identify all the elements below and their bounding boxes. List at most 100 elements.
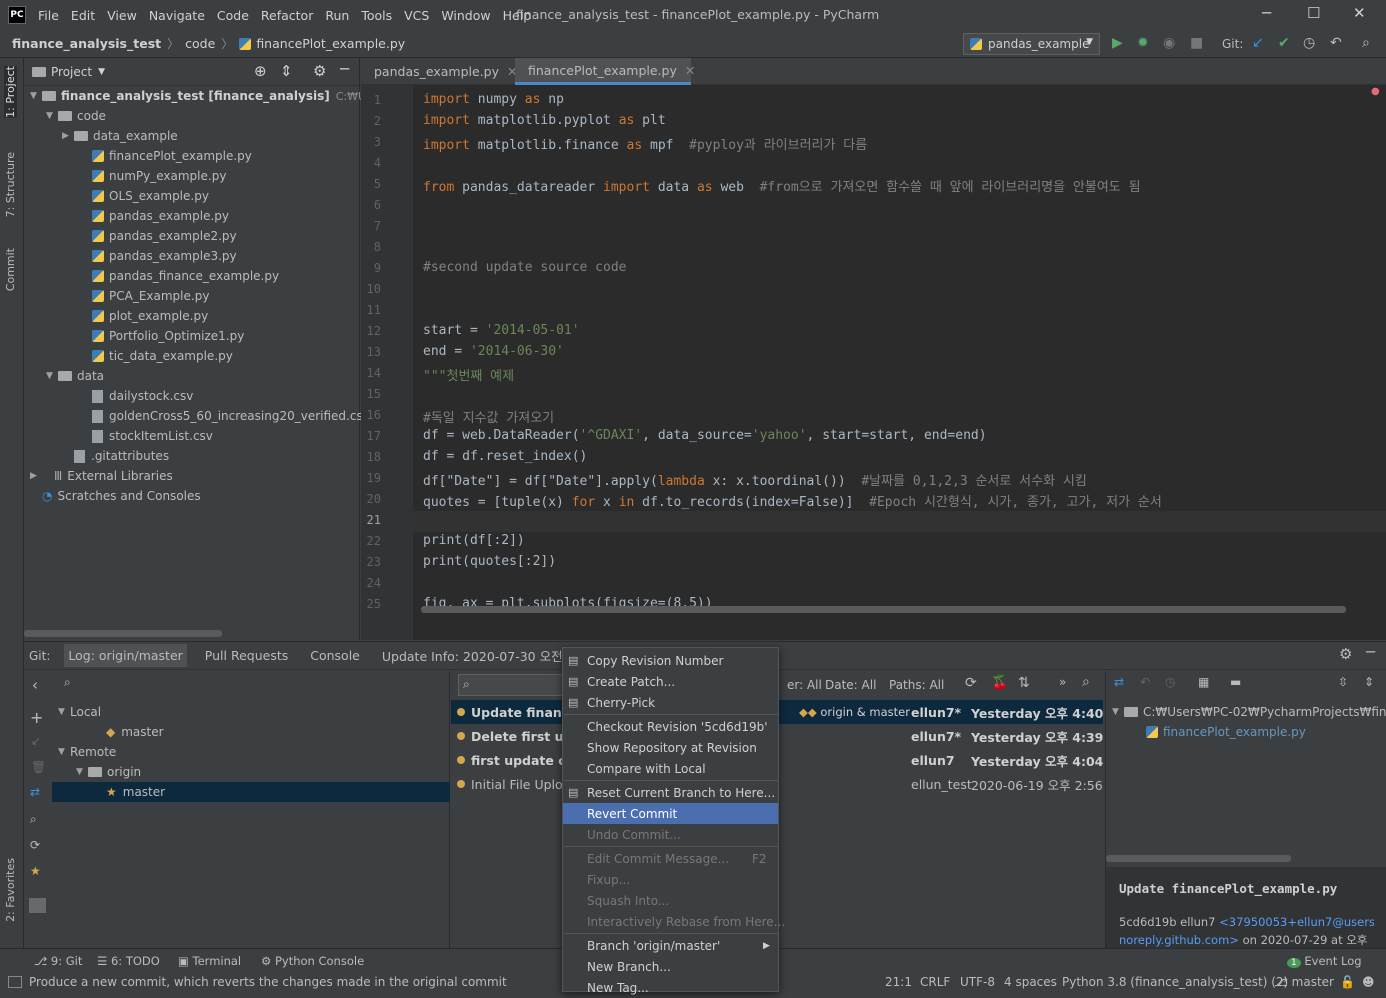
menu-item-new-tag[interactable]: New Tag... (587, 977, 649, 998)
tree-folder[interactable]: ▶ data_example (62, 126, 178, 146)
hide-panel-icon[interactable]: ─ (1366, 643, 1375, 661)
expand-arrow-icon[interactable]: ▼ (30, 91, 42, 101)
caret-position[interactable]: 21:1 (885, 975, 912, 989)
expand-arrow-icon[interactable]: ▼ (76, 767, 88, 777)
filter-paths[interactable]: Paths: All (889, 678, 944, 692)
commit-email-link-2[interactable]: noreply.github.com> (1119, 933, 1239, 947)
cherry-pick-icon[interactable]: 🍒 (991, 675, 1008, 691)
expand-all-icon[interactable]: ⇳ (1338, 675, 1348, 689)
git-rollback-icon[interactable]: ↶ (1330, 35, 1342, 51)
menu-item-new-branch[interactable]: New Branch... (587, 956, 671, 977)
code-line[interactable]: df = web.DataReader('^GDAXI', data_sourc… (423, 428, 987, 443)
menu-run[interactable]: Run (325, 8, 349, 23)
menu-vcs[interactable]: VCS (404, 8, 429, 23)
gear-icon[interactable]: ⚙ (1339, 645, 1352, 663)
close-window-button[interactable]: ✕ (1353, 4, 1366, 22)
tree-file[interactable]: pandas_example2.py (80, 226, 237, 246)
tree-folder[interactable]: ▼ code (46, 106, 106, 126)
branch-search-icon[interactable]: ⌕ (64, 675, 71, 690)
code-line[interactable]: #second update source code (423, 260, 627, 275)
tool-tab-git[interactable]: ⎇ 9: Git (34, 954, 82, 968)
tree-file[interactable]: OLS_example.py (80, 186, 209, 206)
tree-file[interactable]: Portfolio_Optimize1.py (80, 326, 244, 346)
code-line[interactable]: print(quotes[:2]) (423, 554, 556, 569)
changes-root-folder[interactable]: ▼ C:₩Users₩PC-02₩PycharmProjects₩finance… (1112, 702, 1386, 722)
branch-tag[interactable]: ◆ master (94, 722, 164, 742)
git-history-icon[interactable]: ◷ (1303, 35, 1315, 51)
search-everywhere-icon[interactable]: ⌕ (1362, 35, 1370, 51)
collapse-arrow-icon[interactable]: ▶ (62, 131, 74, 141)
fetch-icon[interactable]: ⇄ (30, 785, 40, 799)
code-line[interactable]: """첫번째 예제 (423, 365, 514, 384)
menu-item-checkout-revision-5cd6d19b[interactable]: Checkout Revision '5cd6d19b' (587, 716, 768, 737)
editor-tab-financeplot-example[interactable]: financePlot_example.py ✕ (515, 58, 695, 85)
minimize-button[interactable]: ─ (1262, 4, 1271, 22)
horizontal-scrollbar[interactable] (24, 630, 222, 637)
tab-update-info[interactable]: Update Info: 2020-07-30 오전 10 (378, 642, 587, 669)
coverage-icon[interactable]: ◉ (1163, 35, 1175, 51)
python-interpreter[interactable]: Python 3.8 (finance_analysis_test) (2) (1062, 975, 1288, 989)
delete-icon[interactable]: 🗑 (31, 760, 46, 774)
code-line[interactable]: import matplotlib.pyplot as plt (423, 113, 666, 128)
tree-file[interactable]: pandas_finance_example.py (80, 266, 279, 286)
line-separator[interactable]: CRLF (920, 975, 950, 989)
menu-item-copy-revision-number[interactable]: ▤ Copy Revision Number (568, 650, 723, 671)
collapse-all-icon[interactable]: ⇕ (280, 62, 293, 80)
expand-arrow-icon[interactable]: ▼ (46, 111, 58, 121)
code-line[interactable]: import numpy as np (423, 92, 564, 107)
maximize-button[interactable]: ☐ (1307, 4, 1320, 22)
tool-tab-python-console[interactable]: ⚙ Python Console (261, 954, 364, 968)
project-view-label[interactable]: Project (51, 65, 92, 79)
refresh-icon[interactable]: ⟳ (30, 838, 40, 852)
close-tab-icon[interactable]: ✕ (685, 63, 695, 78)
move-icon[interactable]: ↙ (31, 734, 41, 748)
tree-file[interactable]: financePlot_example.py (80, 146, 252, 166)
git-commit-icon[interactable]: ✔ (1278, 35, 1290, 51)
editor-horizontal-scrollbar[interactable] (421, 606, 1346, 613)
menu-item-interactively-rebase-from-here[interactable]: Interactively Rebase from Here... (587, 911, 785, 932)
indent-setting[interactable]: 4 spaces (1004, 975, 1057, 989)
menu-item-fixup[interactable]: Fixup... (587, 869, 630, 890)
preview-icon[interactable]: ▬ (1230, 675, 1241, 689)
run-config-select[interactable]: pandas_example ▼ (963, 33, 1100, 55)
branch-folder[interactable]: ▼ origin (76, 762, 141, 782)
editor-tab-pandas-example[interactable]: pandas_example.py ✕ (361, 58, 517, 85)
tree-file[interactable]: tic_data_example.py (80, 346, 233, 366)
menu-window[interactable]: Window (441, 8, 490, 23)
menu-item-edit-commit-message[interactable]: Edit Commit Message... F2 (587, 848, 767, 869)
menu-item-reset-current-branch-to-here[interactable]: ▤ Reset Current Branch to Here... (568, 782, 775, 803)
tree-folder[interactable]: ▼ data (46, 366, 104, 386)
code-line[interactable]: quotes = [tuple(x) for x in df.to_record… (423, 491, 1162, 510)
error-indicator-icon[interactable]: ● (1371, 86, 1380, 97)
code-line[interactable]: end = '2014-06-30' (423, 344, 564, 359)
expand-arrow-icon[interactable]: ▼ (58, 707, 70, 717)
star-icon[interactable]: ★ (30, 864, 41, 878)
tool-tab-favorites[interactable]: 2: Favorites (4, 858, 17, 922)
filter-user[interactable]: er: All (787, 678, 822, 692)
menu-navigate[interactable]: Navigate (149, 8, 205, 23)
notifications-icon[interactable]: ☻ (1362, 975, 1375, 989)
layout-icon[interactable] (29, 898, 46, 913)
tree-file[interactable]: stockItemList.csv (80, 426, 213, 446)
code-line[interactable]: from pandas_datareader import data as we… (423, 176, 1141, 195)
menu-item-revert-commit[interactable]: Revert Commit (563, 803, 778, 824)
tree-file[interactable]: PCA_Example.py (80, 286, 209, 306)
branch-group[interactable]: ▼ Local (58, 702, 101, 722)
expand-arrow-icon[interactable]: ▼ (58, 747, 70, 757)
changed-file[interactable]: financePlot_example.py (1146, 722, 1306, 742)
menu-view[interactable]: View (107, 8, 137, 23)
menu-item-compare-with-local[interactable]: Compare with Local (587, 758, 706, 779)
menu-item-create-patch[interactable]: ▤ Create Patch... (568, 671, 675, 692)
lock-icon[interactable]: 🔓 (1340, 975, 1355, 989)
breadcrumb-project[interactable]: finance_analysis_test (12, 36, 161, 51)
menu-file[interactable]: File (38, 8, 59, 23)
tree-file[interactable]: plot_example.py (80, 306, 208, 326)
tree-file[interactable]: pandas_example.py (80, 206, 229, 226)
menu-edit[interactable]: Edit (71, 8, 95, 23)
filter-date[interactable]: Date: All (825, 678, 876, 692)
tab-log[interactable]: Log: origin/master (64, 644, 187, 667)
git-branch-widget[interactable]: ⎇ master (1274, 975, 1334, 989)
tool-tab-terminal[interactable]: ▣ Terminal (178, 954, 241, 968)
code-line[interactable]: df = df.reset_index() (423, 449, 587, 464)
code-line[interactable]: #독일 지수값 가져오기 (423, 407, 554, 426)
